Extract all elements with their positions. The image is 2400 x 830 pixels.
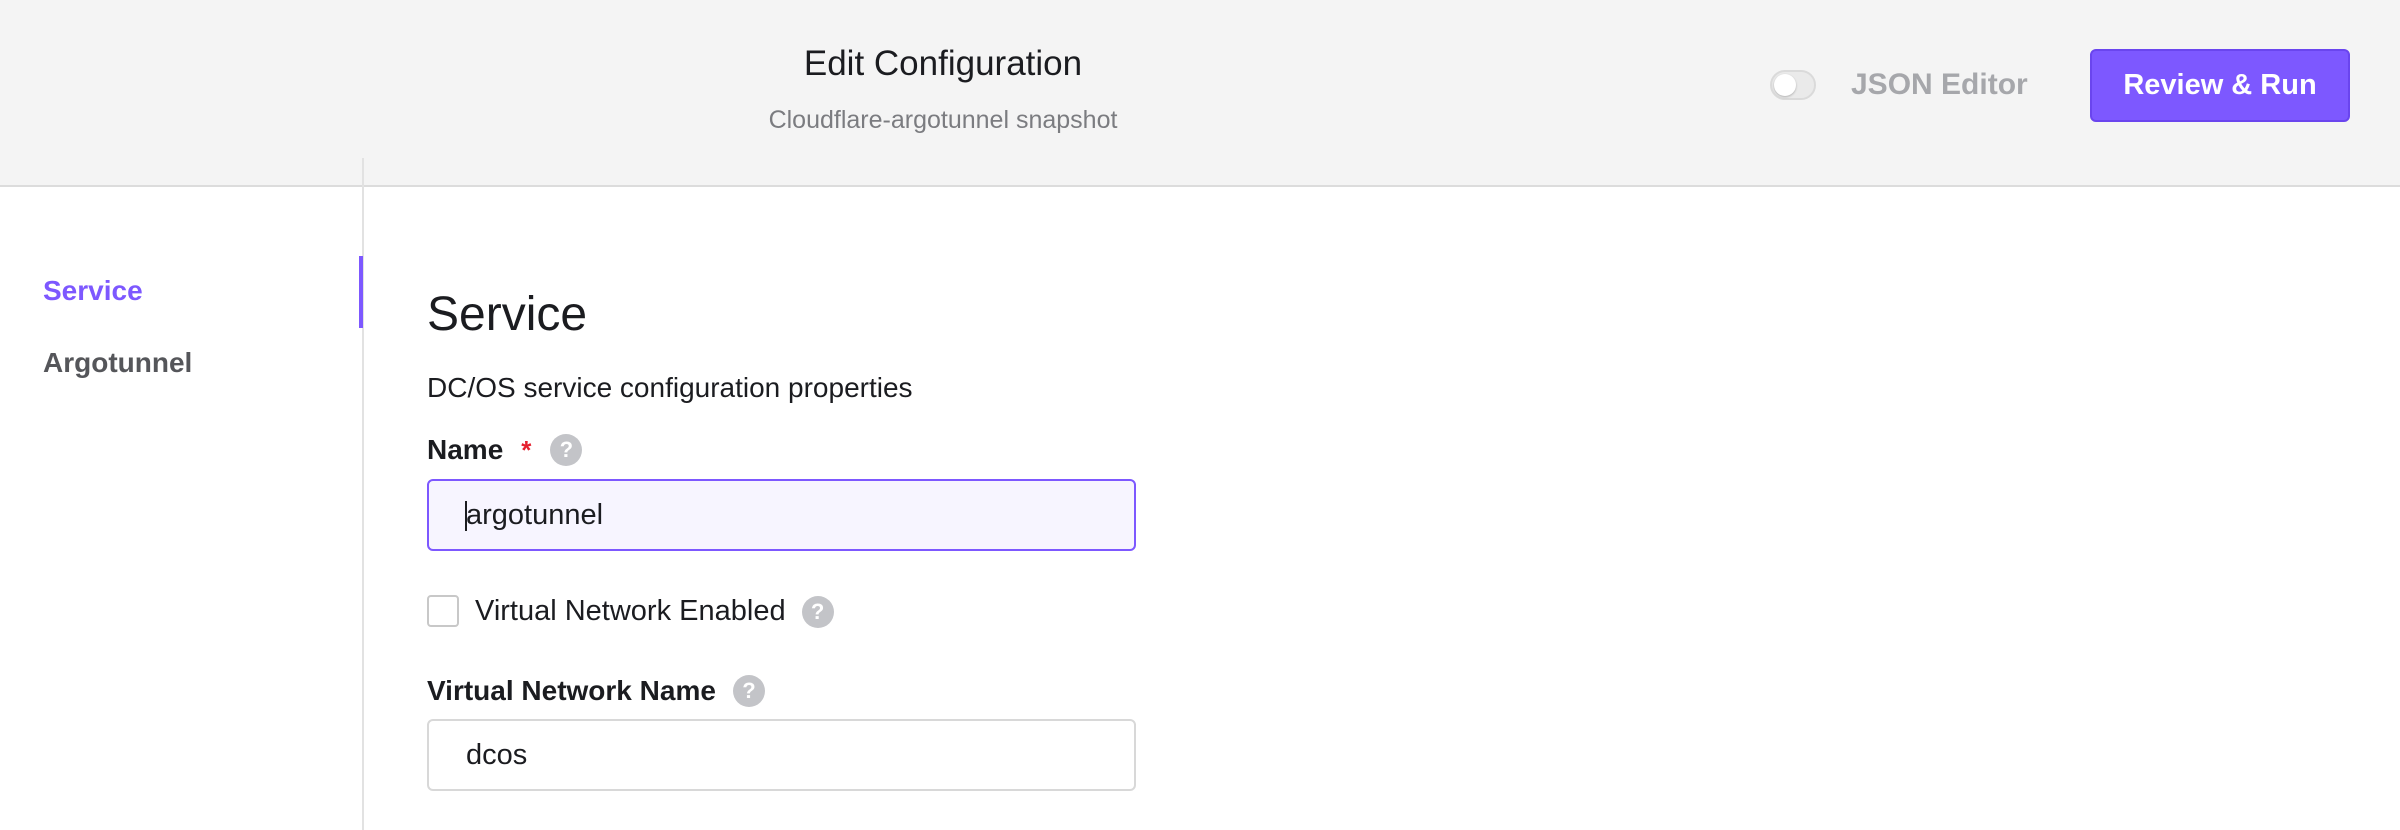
- virtual-network-enabled-text: Virtual Network Enabled: [475, 595, 786, 627]
- review-and-run-button[interactable]: Review & Run: [2090, 49, 2350, 122]
- name-field-label: Name * ?: [427, 434, 583, 466]
- json-editor-label[interactable]: JSON Editor: [1851, 68, 2028, 102]
- sidebar-item-argotunnel[interactable]: Argotunnel: [43, 347, 192, 379]
- sidebar-active-indicator: [359, 256, 363, 328]
- json-editor-toggle[interactable]: [1770, 70, 1816, 100]
- page-subtitle: Cloudflare-argotunnel snapshot: [768, 106, 1118, 134]
- virtual-network-enabled-label[interactable]: Virtual Network Enabled ?: [475, 595, 834, 628]
- toggle-knob: [1774, 74, 1796, 96]
- section-title: Service: [427, 288, 588, 341]
- help-icon[interactable]: ?: [550, 434, 583, 466]
- name-input[interactable]: [427, 479, 1136, 551]
- sidebar-item-service[interactable]: Service: [43, 275, 143, 307]
- text-caret: [465, 501, 467, 531]
- help-icon[interactable]: ?: [801, 595, 834, 628]
- virtual-network-name-label-text: Virtual Network Name: [427, 675, 716, 706]
- section-description: DC/OS service configuration properties: [427, 372, 913, 403]
- header-bar: Edit Configuration Cloudflare-argotunnel…: [0, 0, 2400, 187]
- name-label-text: Name: [427, 434, 504, 465]
- virtual-network-name-label: Virtual Network Name ?: [427, 675, 765, 707]
- help-icon[interactable]: ?: [732, 675, 765, 707]
- virtual-network-enabled-checkbox[interactable]: [427, 595, 459, 627]
- required-marker: *: [521, 434, 532, 465]
- page: Edit Configuration Cloudflare-argotunnel…: [0, 0, 2400, 830]
- page-title: Edit Configuration: [803, 44, 1083, 83]
- virtual-network-name-input[interactable]: [427, 719, 1136, 791]
